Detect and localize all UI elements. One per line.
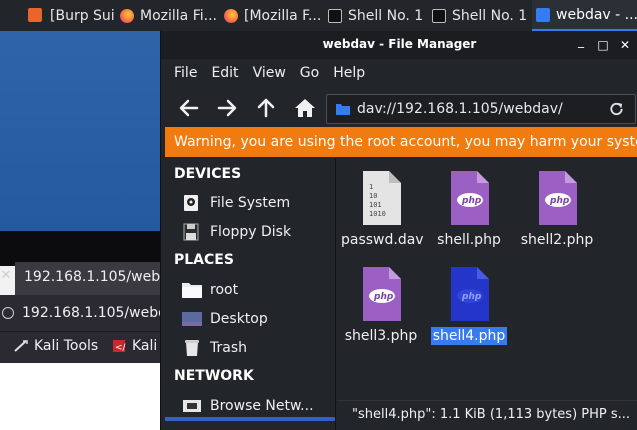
file-item-shell4-php[interactable]: php shell4.php bbox=[427, 267, 511, 345]
file-name: passwd.dav bbox=[341, 232, 424, 248]
file-name: shell3.php bbox=[344, 328, 418, 344]
taskbar-item-burp[interactable]: [Burp Sui... bbox=[0, 0, 116, 31]
background-window bbox=[0, 31, 165, 231]
php-file-icon: php bbox=[451, 171, 489, 225]
php-file-icon: php bbox=[539, 171, 577, 225]
taskbar-item-firefox-2[interactable]: [Mozilla F... bbox=[220, 0, 324, 31]
svg-text:10: 10 bbox=[369, 192, 377, 200]
taskbar-label: Mozilla Fi... bbox=[140, 7, 217, 24]
toolbar: dav://192.168.1.105/webdav/ bbox=[161, 87, 637, 125]
floppy-icon bbox=[183, 223, 199, 241]
window-title: webdav - File Manager bbox=[322, 37, 477, 51]
file-item-shell3-php[interactable]: php shell3.php bbox=[339, 267, 423, 345]
menubar: File Edit View Go Help bbox=[161, 59, 637, 87]
binary-file-icon: 1 10 101 1010 bbox=[363, 171, 401, 225]
php-badge: php bbox=[549, 196, 570, 206]
taskbar-item-firefox-1[interactable]: Mozilla Fi... bbox=[116, 0, 220, 31]
sidebar-item-root[interactable]: root bbox=[181, 281, 238, 299]
back-arrow-icon[interactable] bbox=[177, 96, 201, 120]
taskbar-label: Shell No. 1 bbox=[452, 7, 528, 24]
forward-arrow-icon[interactable] bbox=[215, 96, 239, 120]
sidebar-splitter[interactable] bbox=[335, 159, 336, 430]
folder-icon bbox=[536, 7, 550, 22]
bookmark-kali-tools[interactable]: Kali Tools bbox=[14, 338, 98, 354]
svg-text:1: 1 bbox=[369, 183, 373, 191]
svg-text:</: </ bbox=[115, 343, 126, 353]
sidebar-item-file-system[interactable]: File System bbox=[181, 194, 290, 212]
drive-icon bbox=[184, 195, 198, 211]
taskbar-item-webdav[interactable]: webdav - ... bbox=[532, 0, 637, 31]
browser-page bbox=[0, 363, 165, 430]
minimize-button[interactable]: _ bbox=[573, 33, 589, 49]
location-path: dav://192.168.1.105/webdav/ bbox=[357, 101, 563, 117]
menu-help[interactable]: Help bbox=[333, 65, 365, 81]
taskbar-item-shell-1[interactable]: Shell No. 1 bbox=[324, 0, 428, 31]
file-name: shell.php bbox=[437, 232, 501, 248]
php-badge: php bbox=[373, 292, 394, 302]
sidebar-scrollbar[interactable] bbox=[165, 417, 335, 421]
browser-tabbar: ✕ 192.168.1.105/webdav/ bbox=[0, 231, 191, 295]
location-bar[interactable]: dav://192.168.1.105/webdav/ bbox=[326, 94, 636, 124]
home-icon[interactable] bbox=[293, 96, 317, 120]
maximize-button[interactable]: □ bbox=[595, 37, 611, 53]
reload-icon[interactable] bbox=[608, 101, 625, 118]
home-folder-icon bbox=[182, 283, 202, 298]
file-name: shell2.php bbox=[520, 232, 594, 248]
php-file-icon: php bbox=[451, 267, 489, 321]
sidebar-item-desktop[interactable]: Desktop bbox=[181, 310, 268, 328]
trash-icon bbox=[185, 340, 199, 356]
sidebar-item-floppy-disk[interactable]: Floppy Disk bbox=[181, 223, 291, 241]
close-button[interactable]: ✕ bbox=[617, 37, 633, 53]
taskbar-label: webdav - ... bbox=[556, 6, 637, 23]
terminal-icon bbox=[432, 8, 446, 23]
file-manager-window: webdav - File Manager _ □ ✕ File Edit Vi… bbox=[160, 31, 637, 430]
desktop-icon bbox=[182, 312, 202, 326]
sidebar-item-browse-network[interactable]: Browse Netw... bbox=[181, 397, 314, 415]
kali-docs-icon: </ bbox=[113, 340, 126, 353]
folder-icon bbox=[336, 104, 350, 115]
taskbar-label: [Burp Sui... bbox=[50, 7, 116, 24]
menu-file[interactable]: File bbox=[174, 65, 197, 81]
burp-icon bbox=[28, 8, 42, 22]
titlebar[interactable]: webdav - File Manager _ □ ✕ bbox=[161, 31, 637, 59]
file-item-shell2-php[interactable]: php shell2.php bbox=[515, 171, 599, 249]
svg-text:1010: 1010 bbox=[369, 210, 386, 218]
sidebar-section-places: PLACES bbox=[174, 252, 234, 268]
file-item-passwd-dav[interactable]: 1 10 101 1010 passwd.dav bbox=[339, 171, 424, 249]
file-item-shell-php[interactable]: php shell.php bbox=[427, 171, 511, 249]
taskbar-label: Shell No. 1 bbox=[348, 7, 424, 24]
sidebar: DEVICES File System Floppy Disk PLACES r… bbox=[165, 159, 335, 430]
taskbar: [Burp Sui... Mozilla Fi... [Mozilla F...… bbox=[0, 0, 637, 31]
menu-view[interactable]: View bbox=[253, 65, 286, 81]
firefox-icon bbox=[224, 8, 238, 23]
file-name-selected: shell4.php bbox=[430, 327, 508, 345]
network-icon bbox=[183, 400, 201, 412]
root-warning-banner: Warning, you are using the root account,… bbox=[165, 127, 637, 157]
svg-text:101: 101 bbox=[369, 201, 382, 209]
background-browser-window: ✕ 192.168.1.105/webdav/ 192.168.1.105/we… bbox=[0, 231, 196, 430]
status-bar: "shell4.php": 1.1 KiB (1,113 bytes) PHP … bbox=[337, 400, 637, 430]
sidebar-section-network: NETWORK bbox=[174, 368, 254, 384]
php-badge: php bbox=[461, 292, 482, 302]
info-icon[interactable] bbox=[2, 307, 14, 319]
taskbar-label: [Mozilla F... bbox=[244, 7, 322, 24]
php-file-icon: php bbox=[363, 267, 401, 321]
up-arrow-icon[interactable] bbox=[254, 96, 278, 120]
taskbar-item-shell-2[interactable]: Shell No. 1 bbox=[428, 0, 532, 31]
file-view: 1 10 101 1010 passwd.dav php shell.php p… bbox=[337, 159, 637, 400]
sidebar-section-devices: DEVICES bbox=[174, 166, 242, 182]
kali-tools-icon bbox=[14, 340, 28, 352]
close-tab-icon[interactable]: ✕ bbox=[0, 268, 12, 283]
menu-edit[interactable]: Edit bbox=[211, 65, 238, 81]
menu-go[interactable]: Go bbox=[300, 65, 319, 81]
php-badge: php bbox=[461, 196, 482, 206]
firefox-icon bbox=[120, 8, 134, 23]
sidebar-item-trash[interactable]: Trash bbox=[181, 339, 247, 357]
terminal-icon bbox=[328, 8, 342, 23]
